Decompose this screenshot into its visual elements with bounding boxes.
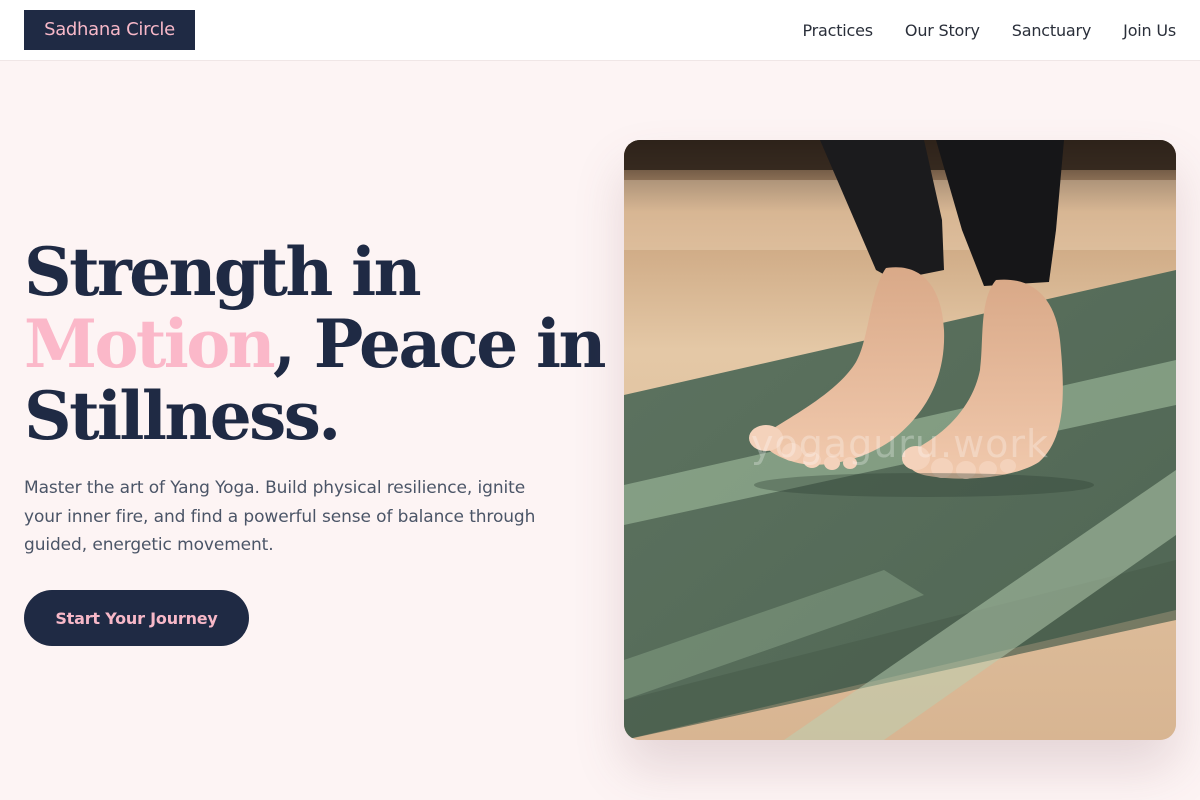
main-nav: Practices Our Story Sanctuary Join Us xyxy=(802,20,1176,42)
nav-link-our-story[interactable]: Our Story xyxy=(905,20,980,42)
hero-subtext: Master the art of Yang Yoga. Build physi… xyxy=(24,478,536,555)
nav-link-sanctuary[interactable]: Sanctuary xyxy=(1012,20,1092,42)
start-journey-button[interactable]: Start Your Journey xyxy=(24,590,249,646)
hero-image: yogaguru.work xyxy=(624,140,1176,740)
brand-logo[interactable]: Sadhana Circle xyxy=(24,10,195,50)
headline-line-1: Strength in xyxy=(24,233,422,311)
headline-line-2-rest: , Peace in xyxy=(273,305,606,383)
hero-headline: Strength in Motion, Peace in Stillness. xyxy=(24,233,606,455)
image-watermark: yogaguru.work xyxy=(750,422,1050,466)
nav-link-practices[interactable]: Practices xyxy=(802,20,873,42)
site-header: Sadhana Circle Practices Our Story Sanct… xyxy=(0,0,1200,61)
nav-link-join-us[interactable]: Join Us xyxy=(1123,20,1176,42)
headline-line-3: Stillness. xyxy=(24,377,341,455)
headline-accent-word: Motion xyxy=(24,305,276,383)
